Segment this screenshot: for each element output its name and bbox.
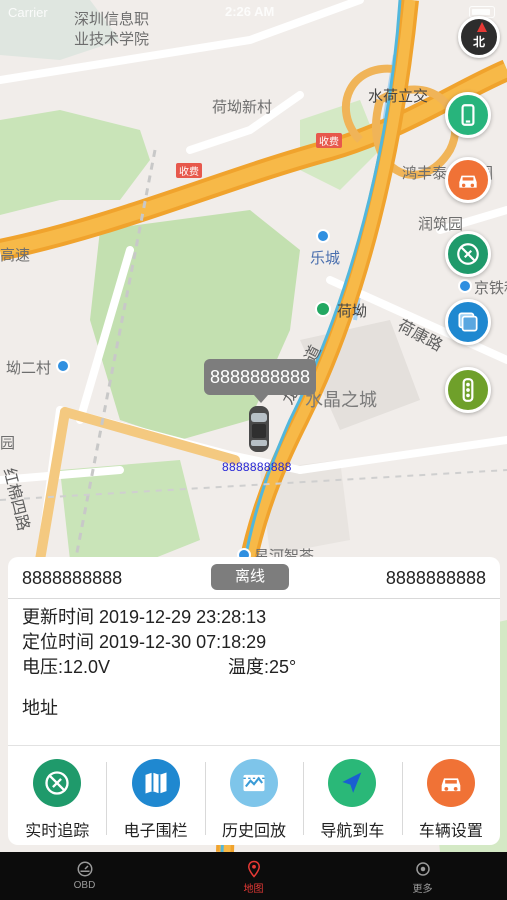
- car-icon: [459, 175, 477, 188]
- poi-aoer-icon: [56, 359, 70, 373]
- map-label-interchange: 水荷立交: [368, 88, 429, 105]
- car-settings-icon: [426, 759, 475, 807]
- traffic-button[interactable]: [445, 367, 491, 413]
- map-icon: [247, 860, 260, 878]
- realtime-track-button[interactable]: 实时追踪: [8, 746, 106, 845]
- navigation-icon: [328, 759, 377, 807]
- tab-bar: OBD 地图 更多: [0, 852, 507, 900]
- obd-icon: [77, 861, 92, 877]
- toll-badge-2: 收费: [176, 163, 202, 178]
- phone-location-button[interactable]: [445, 92, 491, 138]
- tab-more[interactable]: 更多: [338, 852, 507, 900]
- north-arrow-icon: [477, 22, 487, 32]
- track-toggle-button[interactable]: [445, 231, 491, 277]
- map-label-highway: 高速: [0, 247, 31, 264]
- more-icon: [415, 862, 430, 876]
- track-icon: [33, 759, 82, 807]
- tab-label: 更多: [412, 884, 433, 895]
- locate-time-text: 定位时间 2019-12-30 07:18:29: [22, 632, 267, 652]
- map-fence-icon: [131, 759, 180, 807]
- status-bar: Carrier 2:26 AM: [0, 0, 507, 24]
- car-location-button[interactable]: [445, 157, 491, 203]
- vehicle-callout[interactable]: 8888888888: [204, 359, 316, 403]
- action-bar: 实时追踪 电子围栏 历史回放 导航到车 车辆设置: [8, 745, 500, 845]
- device-id-right: 8888888888: [385, 568, 486, 588]
- car-settings-button[interactable]: 车辆设置: [401, 746, 500, 845]
- map-label-heao-village: 荷坳新村: [212, 99, 273, 116]
- map-label-school-2: 业技术学院: [74, 31, 150, 48]
- map-label-aoer-village: 坳二村: [6, 360, 52, 377]
- compass-north-label: 北: [472, 35, 485, 49]
- action-label: 车辆设置: [418, 823, 483, 840]
- map-label-yuan: 园: [0, 435, 16, 452]
- action-label: 历史回放: [222, 823, 287, 840]
- geofence-button[interactable]: 电子围栏: [106, 746, 204, 845]
- history-playback-button[interactable]: 历史回放: [204, 746, 303, 845]
- vehicle-info-card: 8888888888 离线 8888888888 更新时间 2019-12-29…: [8, 557, 500, 745]
- vehicle-plate-label: 8888888888: [222, 460, 292, 474]
- map-label-metro-heao: 荷坳: [337, 303, 368, 320]
- vehicle-marker-icon[interactable]: [246, 404, 272, 454]
- traffic-light-icon: [462, 378, 474, 402]
- phone-icon: [461, 104, 475, 126]
- tab-map[interactable]: 地图: [169, 852, 338, 900]
- map-label-runzhu: 润筑园: [418, 216, 464, 233]
- layers-icon: [458, 312, 478, 332]
- history-playback-icon: [230, 759, 279, 807]
- toll-badge-1: 收费: [316, 133, 342, 148]
- status-badge: 离线: [211, 564, 289, 590]
- action-label: 电子围栏: [123, 823, 188, 840]
- temperature-text: 温度:25°: [228, 657, 297, 677]
- map-label-lecheng: 乐城: [310, 250, 341, 267]
- action-label: 实时追踪: [25, 823, 90, 840]
- poi-lecheng-icon: [316, 229, 330, 243]
- card-header: 8888888888 离线 8888888888: [8, 557, 500, 599]
- carrier-label: Carrier: [8, 5, 48, 20]
- track-icon: [457, 243, 479, 265]
- map-label-jingtie: 京铁科: [474, 280, 507, 297]
- tab-label: OBD: [73, 880, 96, 891]
- navigate-to-car-button[interactable]: 导航到车: [303, 746, 401, 845]
- tab-obd[interactable]: OBD: [0, 852, 169, 900]
- map-label-hongfeng: 鸿丰泰: [402, 165, 448, 182]
- map-layers-button[interactable]: [445, 299, 491, 345]
- metro-station-icon: [315, 301, 331, 317]
- update-time-text: 更新时间 2019-12-29 23:28:13: [22, 607, 267, 627]
- device-id-left: 8888888888: [22, 568, 123, 588]
- address-text: 地址: [22, 698, 58, 718]
- compass-button[interactable]: 北: [458, 16, 500, 58]
- action-label: 导航到车: [320, 823, 385, 840]
- tab-label: 地图: [243, 884, 264, 895]
- voltage-text: 电压:12.0V: [22, 657, 111, 677]
- clock-label: 2:26 AM: [225, 4, 275, 19]
- poi-jingtie-icon: [458, 279, 472, 293]
